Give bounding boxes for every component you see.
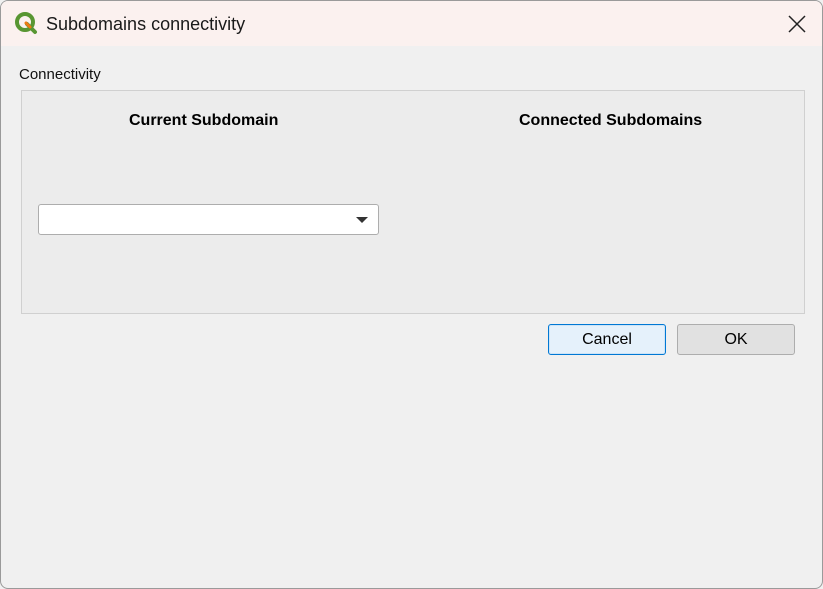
connectivity-groupbox: Current Subdomain Connected Subdomains	[21, 90, 805, 314]
close-icon	[788, 14, 806, 33]
connected-subdomains-header: Connected Subdomains	[519, 112, 703, 129]
window-title: Subdomains connectivity	[46, 14, 246, 34]
current-subdomain-header: Current Subdomain	[129, 112, 279, 129]
title-bar[interactable]: Subdomains connectivity	[1, 1, 822, 46]
dialog-window: Subdomains connectivity Connectivity Cur…	[0, 0, 823, 589]
ok-button[interactable]: OK	[677, 324, 795, 355]
chevron-down-icon[interactable]	[356, 217, 368, 223]
close-button[interactable]	[772, 1, 822, 46]
qgis-logo-icon	[14, 11, 38, 35]
current-subdomain-combobox[interactable]	[38, 204, 379, 235]
cancel-button[interactable]: Cancel	[548, 324, 666, 355]
connectivity-group-label: Connectivity	[19, 66, 101, 83]
